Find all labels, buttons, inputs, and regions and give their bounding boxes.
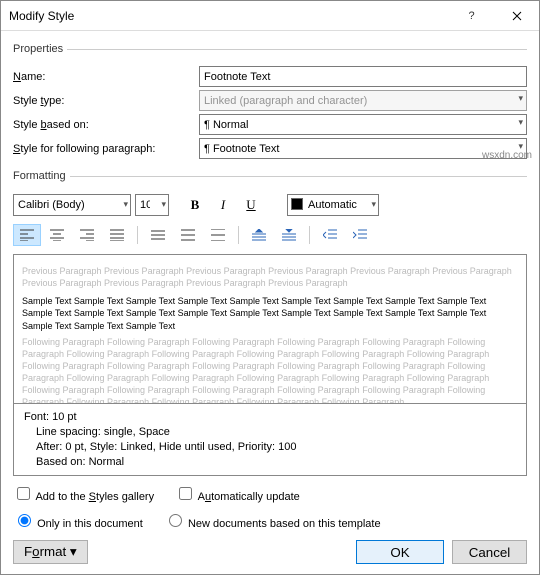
italic-button[interactable]: I <box>211 194 235 216</box>
options-row-2: Only in this document New documents base… <box>13 511 527 530</box>
desc-line: Based on: Normal <box>24 455 516 470</box>
titlebar: Modify Style ? <box>1 1 539 31</box>
font-name-combo[interactable]: ▾ <box>13 194 131 216</box>
space-before-inc-button[interactable] <box>245 224 273 246</box>
line-spacing-15-button[interactable] <box>174 224 202 246</box>
separator <box>238 226 239 244</box>
space-before-dec-button[interactable] <box>275 224 303 246</box>
color-swatch-icon <box>291 198 303 210</box>
desc-line: Font: 10 pt <box>24 410 516 425</box>
align-justify-button[interactable] <box>103 224 131 246</box>
only-this-doc-label[interactable]: Only in this document <box>13 518 143 530</box>
font-name-input[interactable] <box>13 194 131 216</box>
cancel-button[interactable]: Cancel <box>452 540 527 564</box>
add-to-gallery-label[interactable]: Add to the Styles gallery <box>13 491 154 503</box>
formatting-legend: Formatting <box>13 170 70 182</box>
format-menu-button[interactable]: Format ▾ <box>13 540 88 564</box>
indent-decrease-button[interactable] <box>316 224 344 246</box>
line-spacing-2-button[interactable] <box>204 224 232 246</box>
name-input[interactable] <box>199 66 527 87</box>
style-based-on-label: Style based on: <box>13 119 193 131</box>
style-following-label: Style for following paragraph: <box>13 143 193 155</box>
style-type-label: Style type: <box>13 95 193 107</box>
style-following-select[interactable]: ¶ Footnote Text <box>199 138 527 159</box>
separator <box>309 226 310 244</box>
font-size-combo[interactable]: ▾ <box>135 194 169 216</box>
desc-line: Line spacing: single, Space <box>24 425 516 440</box>
properties-group: Properties Name: Style type: Linked (par… <box>13 43 527 162</box>
properties-legend: Properties <box>13 43 67 55</box>
align-left-button[interactable] <box>13 224 41 246</box>
style-type-select[interactable]: Linked (paragraph and character) <box>199 90 527 111</box>
new-template-label[interactable]: New documents based on this template <box>164 518 381 530</box>
formatting-group: Formatting ▾ ▾ B I U ▾ <box>13 170 527 476</box>
name-label: Name: <box>13 71 193 83</box>
underline-button[interactable]: U <box>239 194 263 216</box>
font-size-input[interactable] <box>135 194 169 216</box>
preview-following-text: Following Paragraph Following Paragraph … <box>22 336 518 404</box>
bold-button[interactable]: B <box>183 194 207 216</box>
modify-style-dialog: Modify Style ? Properties Name: Style ty… <box>0 0 540 575</box>
separator <box>137 226 138 244</box>
close-icon <box>512 11 522 21</box>
help-button[interactable]: ? <box>449 1 494 31</box>
line-spacing-1-button[interactable] <box>144 224 172 246</box>
auto-update-label[interactable]: Automatically update <box>175 491 300 503</box>
add-to-gallery-checkbox[interactable] <box>17 487 30 500</box>
preview-previous-text: Previous Paragraph Previous Paragraph Pr… <box>22 265 518 289</box>
dialog-footer: Format ▾ OK Cancel <box>13 540 527 564</box>
options-row-1: Add to the Styles gallery Automatically … <box>13 484 527 503</box>
font-color-combo[interactable]: ▾ <box>287 194 379 216</box>
dialog-title: Modify Style <box>9 9 449 23</box>
preview-sample-text: Sample Text Sample Text Sample Text Samp… <box>22 295 518 331</box>
indent-increase-button[interactable] <box>346 224 374 246</box>
auto-update-checkbox[interactable] <box>179 487 192 500</box>
style-based-on-select[interactable]: ¶ Normal <box>199 114 527 135</box>
style-description: Font: 10 pt Line spacing: single, Space … <box>13 404 527 476</box>
align-center-button[interactable] <box>43 224 71 246</box>
close-button[interactable] <box>494 1 539 31</box>
paragraph-toolbar <box>13 224 527 246</box>
style-preview: Previous Paragraph Previous Paragraph Pr… <box>13 254 527 404</box>
only-this-doc-radio[interactable] <box>18 514 31 527</box>
desc-line: After: 0 pt, Style: Linked, Hide until u… <box>24 440 516 455</box>
new-template-radio[interactable] <box>169 514 182 527</box>
align-right-button[interactable] <box>73 224 101 246</box>
ok-button[interactable]: OK <box>356 540 444 564</box>
